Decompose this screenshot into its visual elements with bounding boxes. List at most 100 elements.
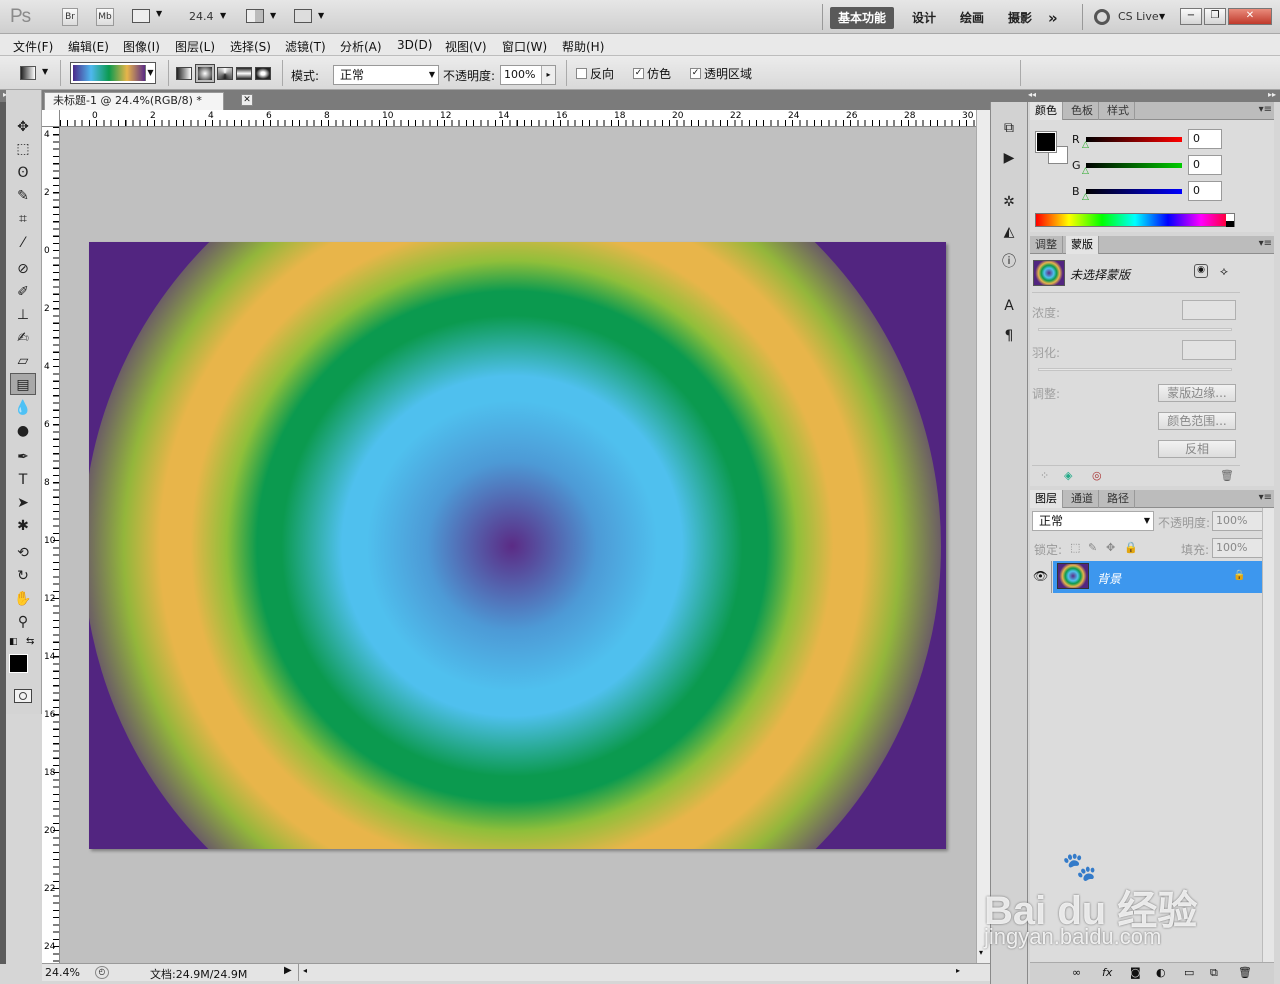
panel-menu-icon[interactable]: ▾≡ [1259,492,1272,503]
marquee-tool-icon[interactable]: ⬚ [10,138,36,160]
scroll-left-icon[interactable]: ◂ [303,966,307,975]
blend-mode-select[interactable]: 正常 ▼ [1032,511,1154,531]
workspace-photography[interactable]: 摄影 [1000,7,1040,29]
dither-checkbox[interactable]: ✓ [633,68,644,79]
view-extras-button[interactable]: ▼ [132,9,164,25]
ruler-origin[interactable] [42,110,60,127]
invert-button[interactable]: 反相 [1158,440,1236,458]
horizontal-ruler[interactable]: 0 2 4 6 8 10 12 14 16 18 20 22 24 26 28 30 [60,110,978,127]
gradient-tool-icon[interactable]: ▤ [10,373,36,395]
tab-swatches[interactable]: 色板 [1066,102,1099,120]
more-workspaces-icon[interactable]: » [1040,7,1066,29]
lasso-tool-icon[interactable]: ʘ [10,162,36,184]
delete-mask-icon[interactable]: 🗑 [1220,469,1234,482]
eraser-tool-icon[interactable]: ▱ [10,350,36,372]
bridge-button[interactable]: Br [62,8,78,26]
tab-color[interactable]: 颜色 [1030,102,1063,120]
close-button[interactable]: ✕ [1228,8,1272,25]
layers-scrollbar[interactable] [1262,508,1274,962]
mask-edge-button[interactable]: 蒙版边缘... [1158,384,1236,402]
workspace-essentials[interactable]: 基本功能 [830,7,895,29]
lock-all-icon[interactable]: 🔒 [1124,541,1138,554]
fill-input[interactable]: 100% ▸ [1212,538,1268,558]
tab-masks[interactable]: 蒙版 [1066,236,1099,254]
vertical-ruler[interactable]: 4 2 0 2 4 6 8 10 12 14 16 18 20 22 24 [42,127,60,963]
status-zoom[interactable]: 24.4% [45,966,80,979]
chevron-down-icon[interactable]: ▼ [1159,12,1165,21]
zoom-level[interactable]: 24.4 [189,10,214,23]
tool-preset-picker[interactable]: ▼ [18,63,52,83]
reverse-checkbox[interactable] [576,68,587,79]
move-tool-icon[interactable]: ✥ [10,116,36,138]
cs-live-menu[interactable]: CS Live [1118,10,1159,23]
slider-thumb-icon[interactable]: △ [1082,192,1089,202]
scroll-down-icon[interactable]: ▾ [979,948,983,957]
menu-file[interactable]: 文件(F) [13,38,53,55]
layer-opacity-input[interactable]: 100% ▸ [1212,511,1268,531]
black-swatch[interactable] [1226,221,1234,227]
tab-paths[interactable]: 路径 [1102,490,1135,508]
disable-mask-icon[interactable]: ◎ [1092,469,1102,482]
scroll-right-icon[interactable]: ▸ [956,966,960,975]
history-brush-tool-icon[interactable]: ✍ [10,327,36,349]
pixel-mask-icon[interactable]: ◉ [1194,264,1208,278]
crop-tool-icon[interactable]: ⌗ [10,208,36,230]
blue-slider[interactable] [1086,189,1182,194]
quick-mask-button[interactable] [14,689,32,703]
slider-thumb-icon[interactable]: △ [1082,140,1089,150]
density-slider[interactable] [1038,328,1232,331]
vector-mask-icon[interactable]: ⟡ [1220,264,1228,279]
vertical-scrollbar[interactable]: ▾ [976,110,990,963]
lock-transparent-icon[interactable]: ⬚ [1070,541,1080,554]
3d-rotate-tool-icon[interactable]: ⟲ [10,542,36,564]
panel-foreground-swatch[interactable] [1035,131,1057,153]
tab-layers[interactable]: 图层 [1030,490,1063,508]
transparency-checkbox[interactable]: ✓ [690,68,701,79]
white-swatch[interactable] [1226,214,1234,221]
panel-menu-icon[interactable]: ▾≡ [1259,104,1272,115]
layer-name[interactable]: 背景 [1097,570,1121,587]
slider-thumb-icon[interactable]: △ [1082,166,1089,176]
chevron-down-icon[interactable]: ▼ [145,65,155,81]
red-slider[interactable] [1086,137,1182,142]
density-input[interactable] [1182,300,1236,320]
green-value-input[interactable]: 0 [1188,155,1222,175]
pen-tool-icon[interactable]: ✒ [10,446,36,468]
blue-value-input[interactable]: 0 [1188,181,1222,201]
healing-brush-tool-icon[interactable]: ⊘ [10,258,36,280]
history-panel-icon[interactable]: ⧉ [998,117,1020,139]
blur-tool-icon[interactable]: 💧 [10,397,36,419]
menu-3d[interactable]: 3D(D) [397,38,432,52]
opacity-input[interactable]: 100% ▸ [500,65,556,85]
color-spectrum-ramp[interactable] [1035,213,1235,227]
status-menu-arrow-icon[interactable]: ▶ [284,965,292,976]
mode-select[interactable]: 正常 ▼ [333,65,439,85]
chevron-down-icon[interactable]: ▼ [220,11,226,20]
restore-button[interactable]: ❐ [1204,8,1226,25]
menu-filter[interactable]: 滤镜(T) [285,38,326,55]
tab-styles[interactable]: 样式 [1102,102,1135,120]
workspace-design[interactable]: 设计 [904,7,944,29]
arrange-documents-button[interactable]: ▼ [246,9,278,25]
brush-tool-icon[interactable]: ✐ [10,281,36,303]
clone-stamp-tool-icon[interactable]: ⊥ [10,304,36,326]
quick-selection-tool-icon[interactable]: ✎ [10,185,36,207]
document-canvas[interactable] [89,242,946,849]
navigator-panel-icon[interactable]: ✲ [998,191,1020,213]
horizontal-scrollbar[interactable]: ◂ ▸ [298,964,964,981]
paragraph-panel-icon[interactable]: ¶ [998,325,1020,347]
feather-slider[interactable] [1038,368,1232,371]
red-value-input[interactable]: 0 [1188,129,1222,149]
zoom-tool-icon[interactable]: ⚲ [10,611,36,633]
character-panel-icon[interactable]: A [998,295,1020,317]
layer-visibility-cell[interactable]: 👁 [1030,561,1052,593]
diamond-gradient-button[interactable] [255,67,271,80]
reflected-gradient-button[interactable] [236,67,252,80]
info-panel-icon[interactable]: ⓘ [998,251,1020,273]
menu-window[interactable]: 窗口(W) [502,38,547,55]
document-tab[interactable]: 未标题-1 @ 24.4%(RGB/8) * ✕ [44,92,253,110]
add-mask-icon[interactable]: ◙ [1130,966,1141,979]
adjustment-layer-icon[interactable]: ◐ [1156,966,1166,979]
menu-help[interactable]: 帮助(H) [562,38,604,55]
expand-panels-icon[interactable]: ▸▸ [1268,90,1276,99]
